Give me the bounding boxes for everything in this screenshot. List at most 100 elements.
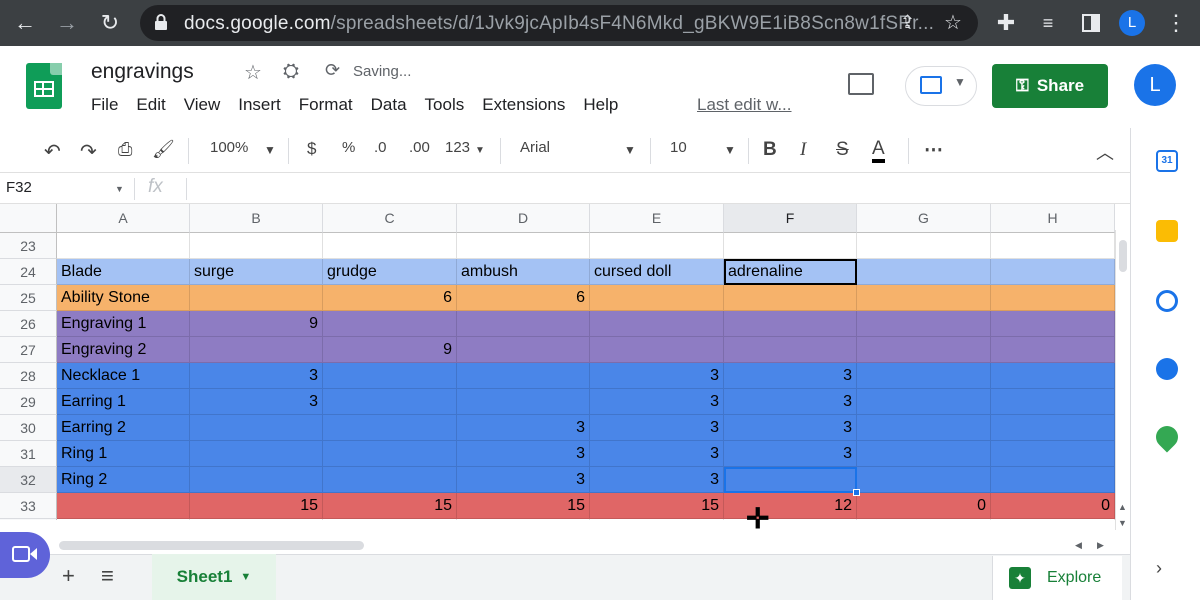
font-size-select[interactable]: 10 <box>670 139 687 156</box>
cell-G24[interactable] <box>857 259 991 285</box>
cell-D23[interactable] <box>457 233 590 259</box>
cell-D31[interactable]: 3 <box>457 441 590 467</box>
cell-C27[interactable]: 9 <box>323 337 457 363</box>
row-header[interactable]: 26 <box>0 311 57 337</box>
cell-E31[interactable]: 3 <box>590 441 724 467</box>
cell-H29[interactable] <box>991 389 1115 415</box>
meet-button[interactable] <box>0 532 50 578</box>
name-box[interactable]: F32 <box>6 179 32 196</box>
cell-H28[interactable] <box>991 363 1115 389</box>
more-formats-button[interactable]: 123 <box>445 139 470 156</box>
keep-icon[interactable] <box>1156 220 1178 242</box>
cell-E23[interactable] <box>590 233 724 259</box>
row-header[interactable]: 25 <box>0 285 57 311</box>
column-header[interactable]: D <box>457 204 590 233</box>
cell-E24[interactable]: cursed doll <box>590 259 724 285</box>
column-header[interactable]: B <box>190 204 323 233</box>
bold-button[interactable]: B <box>763 139 777 161</box>
cell-F24[interactable]: adrenaline <box>724 259 857 285</box>
cell-A29[interactable]: Earring 1 <box>57 389 190 415</box>
last-edit-link[interactable]: Last edit w... <box>697 95 792 115</box>
cell-F28[interactable]: 3 <box>724 363 857 389</box>
address-bar[interactable]: docs.google.com/spreadsheets/d/1Jvk9jcAp… <box>140 5 978 41</box>
document-title[interactable]: engravings <box>91 60 194 84</box>
cell-H33[interactable]: 0 <box>991 493 1115 519</box>
cell-G26[interactable] <box>857 311 991 337</box>
row-header[interactable]: 28 <box>0 363 57 389</box>
paint-format-icon[interactable]: 🖌︎ <box>152 139 175 160</box>
cell-B27[interactable] <box>190 337 323 363</box>
cell-A27[interactable]: Engraving 2 <box>57 337 190 363</box>
cell-G29[interactable] <box>857 389 991 415</box>
cell-F29[interactable]: 3 <box>724 389 857 415</box>
menu-insert[interactable]: Insert <box>238 95 281 115</box>
cell-D33[interactable]: 15 <box>457 493 590 519</box>
cell-A24[interactable]: Blade <box>57 259 190 285</box>
cell-H30[interactable] <box>991 415 1115 441</box>
bookmark-star-icon[interactable]: ☆ <box>944 10 962 35</box>
cell-H31[interactable] <box>991 441 1115 467</box>
column-header[interactable]: C <box>323 204 457 233</box>
horizontal-scrollbar[interactable]: ◀ ▶ <box>57 538 1130 554</box>
cell-B26[interactable]: 9 <box>190 311 323 337</box>
cell-A28[interactable]: Necklace 1 <box>57 363 190 389</box>
zoom-chevron-icon[interactable]: ▼ <box>264 143 276 157</box>
redo-icon[interactable]: ↷ <box>80 139 97 164</box>
cell-A34[interactable] <box>57 519 190 520</box>
cell-H34[interactable] <box>991 519 1115 520</box>
column-header[interactable]: A <box>57 204 190 233</box>
tab-sheet1[interactable]: Sheet1 ▼ <box>152 554 276 600</box>
all-sheets-icon[interactable]: ≡ <box>101 563 114 589</box>
menu-tools[interactable]: Tools <box>425 95 465 115</box>
cell-C32[interactable] <box>323 467 457 493</box>
row-header[interactable]: 32 <box>0 467 57 493</box>
decrease-decimal-button[interactable]: .0 <box>374 139 387 156</box>
cell-F32[interactable] <box>724 467 857 493</box>
cell-F26[interactable] <box>724 311 857 337</box>
cell-B30[interactable] <box>190 415 323 441</box>
present-button[interactable]: ▼ <box>905 66 977 106</box>
cell-C25[interactable]: 6 <box>323 285 457 311</box>
column-header[interactable]: F <box>724 204 857 233</box>
cell-B32[interactable] <box>190 467 323 493</box>
formats-chevron-icon[interactable]: ▼ <box>475 145 485 156</box>
cell-G23[interactable] <box>857 233 991 259</box>
cell-G31[interactable] <box>857 441 991 467</box>
cell-C28[interactable] <box>323 363 457 389</box>
cell-E32[interactable]: 3 <box>590 467 724 493</box>
cell-H27[interactable] <box>991 337 1115 363</box>
vertical-scrollbar[interactable]: ▲ ▼ <box>1115 230 1130 530</box>
cell-D25[interactable]: 6 <box>457 285 590 311</box>
menu-view[interactable]: View <box>184 95 221 115</box>
cell-G32[interactable] <box>857 467 991 493</box>
back-arrow-icon[interactable]: ← <box>13 11 37 35</box>
row-header[interactable]: 24 <box>0 259 57 285</box>
cell-B34[interactable] <box>190 519 323 520</box>
cell-C26[interactable] <box>323 311 457 337</box>
cell-A30[interactable]: Earring 2 <box>57 415 190 441</box>
explore-button[interactable]: ✦ Explore <box>992 556 1122 600</box>
percent-format-button[interactable]: % <box>342 139 355 156</box>
cell-F27[interactable] <box>724 337 857 363</box>
cell-E33[interactable]: 15 <box>590 493 724 519</box>
cell-F31[interactable]: 3 <box>724 441 857 467</box>
text-color-button[interactable]: A <box>872 139 885 163</box>
browser-menu-icon[interactable]: ⋮ <box>1164 11 1188 35</box>
cell-C34[interactable] <box>323 519 457 520</box>
menu-extensions[interactable]: Extensions <box>482 95 565 115</box>
cell-D32[interactable]: 3 <box>457 467 590 493</box>
tasks-icon[interactable] <box>1156 290 1178 312</box>
column-header[interactable]: E <box>590 204 724 233</box>
cell-F33[interactable]: 12 <box>724 493 857 519</box>
cell-D29[interactable] <box>457 389 590 415</box>
cell-D27[interactable] <box>457 337 590 363</box>
cell-H23[interactable] <box>991 233 1115 259</box>
cell-B28[interactable]: 3 <box>190 363 323 389</box>
cell-E28[interactable]: 3 <box>590 363 724 389</box>
row-header[interactable]: 29 <box>0 389 57 415</box>
side-panel-icon[interactable] <box>1082 14 1100 32</box>
column-header[interactable]: H <box>991 204 1115 233</box>
calendar-icon[interactable]: 31 <box>1156 150 1178 172</box>
cell-F25[interactable] <box>724 285 857 311</box>
scroll-up-icon[interactable]: ▲ <box>1118 502 1127 512</box>
